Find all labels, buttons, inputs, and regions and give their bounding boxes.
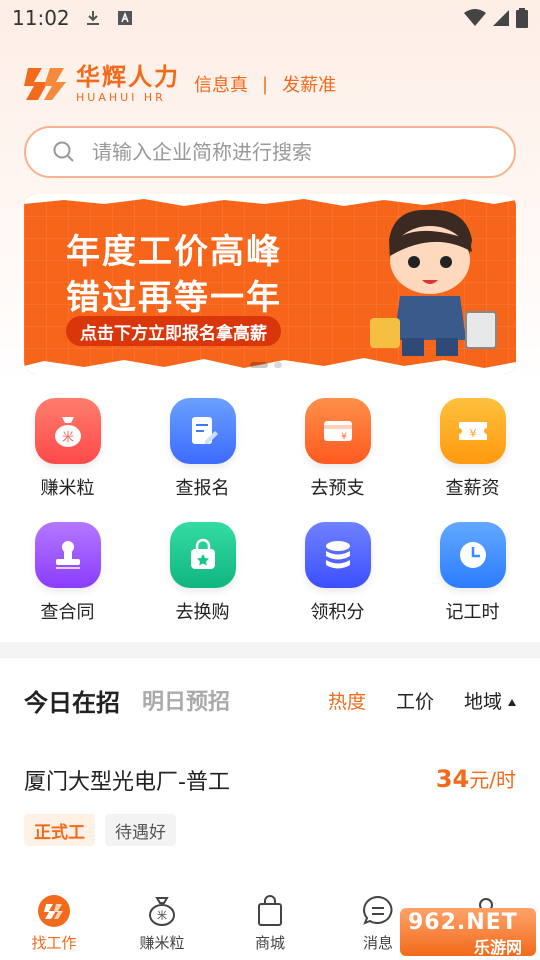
rice-bag-icon: 米: [145, 894, 179, 928]
banner-headline-2: 错过再等一年: [66, 278, 282, 318]
svg-text:米: 米: [157, 909, 167, 922]
nav-label: 商城: [254, 934, 285, 952]
font-a-icon: [117, 11, 132, 25]
search-bar[interactable]: [24, 126, 516, 178]
huahui-logo-icon: [24, 68, 66, 100]
signal-icon: [493, 10, 509, 26]
note-edit-icon: [169, 398, 236, 464]
menu-item-points[interactable]: 领积分: [270, 522, 405, 624]
menu-label: 记工时: [445, 602, 500, 623]
menu-label: 查合同: [40, 602, 95, 623]
menu-item-advance-pay[interactable]: ¥ 去预支: [270, 398, 405, 500]
worker-mascot-icon: [370, 209, 497, 356]
nav-label: 赚米粒: [139, 934, 185, 952]
svg-text:米: 米: [61, 430, 73, 444]
tab-tomorrow-hiring[interactable]: 明日预招: [142, 684, 230, 716]
search-input[interactable]: [92, 140, 472, 164]
banner-cta: 点击下方立即报名拿高薪: [66, 316, 281, 346]
slogan-right: 发薪准: [282, 75, 337, 96]
slogan-left: 信息真: [194, 75, 248, 96]
job-tag: 待遇好: [105, 814, 176, 846]
menu-label: 查薪资: [445, 478, 500, 499]
brand-name-en: HUAHUI HR: [76, 91, 166, 104]
job-tag: 正式工: [24, 814, 95, 846]
nav-mall[interactable]: 商城: [216, 884, 324, 960]
coin-stack-icon: [304, 522, 371, 588]
menu-item-earn-rice[interactable]: 米 赚米粒: [0, 398, 135, 500]
chat-icon: [361, 894, 395, 928]
job-wage: 34元/时: [436, 764, 516, 793]
wifi-icon: [464, 9, 486, 26]
job-title: 厦门大型光电厂-普工: [24, 770, 230, 795]
find-job-icon: [37, 894, 71, 928]
menu-label: 去预支: [310, 478, 365, 499]
menu-item-check-contract[interactable]: 查合同: [0, 522, 135, 624]
promo-banner[interactable]: 年度工价高峰 错过再等一年 点击下方立即报名拿高薪: [24, 194, 516, 374]
yuan-card-icon: ¥: [304, 398, 371, 464]
slogan-separator: |: [262, 73, 269, 95]
brand-name-cn: 华辉人力: [76, 63, 180, 91]
job-card[interactable]: 厦门大型光电厂-普工 34元/时 正式工 待遇好: [24, 760, 516, 860]
battery-icon: [516, 8, 528, 28]
clock-icon: [439, 522, 506, 588]
sort-options: 热度 工价 地域: [328, 687, 516, 714]
nav-find-job[interactable]: 找工作: [0, 884, 108, 960]
menu-label: 查报名: [175, 478, 230, 499]
menu-label: 领积分: [310, 602, 365, 623]
menu-item-redeem[interactable]: 去换购: [135, 522, 270, 624]
status-bar: 11:02: [0, 0, 540, 36]
nav-label: 找工作: [31, 934, 77, 952]
watermark-domain: 962.NET: [408, 910, 518, 935]
menu-label: 去换购: [175, 602, 230, 623]
sort-by-wage[interactable]: 工价: [396, 687, 434, 714]
menu-item-check-signup[interactable]: 查报名: [135, 398, 270, 500]
banner-pagination: [250, 362, 282, 368]
pagination-dot[interactable]: [274, 362, 282, 368]
menu-item-log-hours[interactable]: 记工时: [405, 522, 540, 624]
pagination-dot[interactable]: [250, 362, 268, 368]
caret-up-icon: [508, 698, 516, 706]
search-icon: [53, 141, 74, 162]
rice-bag-icon: 米: [34, 398, 101, 464]
banner-headline-1: 年度工价高峰: [66, 232, 282, 272]
job-tabs: 今日在招 明日预招 热度 工价 地域: [24, 680, 516, 720]
app-header: 华辉人力 HUAHUI HR 信息真 | 发薪准: [24, 62, 336, 106]
brand-wordmark: 华辉人力 HUAHUI HR: [76, 65, 180, 103]
status-time: 11:02: [12, 6, 70, 30]
watermark-site-name: 乐游网: [474, 938, 523, 957]
nav-label: 消息: [362, 934, 393, 952]
svg-text:¥: ¥: [341, 432, 347, 442]
quick-menu: 米 赚米粒 查报名 ¥ 去预支 ¥ 查薪资 查合同 去换购 领积分 记工时: [0, 398, 540, 624]
shopping-bag-icon: [253, 894, 287, 928]
nav-earn-rice[interactable]: 米 赚米粒: [108, 884, 216, 960]
sort-region-label: 地域: [463, 690, 502, 713]
brand-slogan: 信息真 | 发薪准: [194, 71, 336, 97]
shopping-bag-icon: [169, 522, 236, 588]
sort-by-region[interactable]: 地域: [464, 687, 516, 714]
menu-label: 赚米粒: [40, 478, 95, 499]
svg-text:¥: ¥: [469, 427, 476, 440]
tab-today-hiring[interactable]: 今日在招: [24, 683, 120, 718]
site-watermark: 962.NET 乐游网: [400, 908, 536, 957]
sort-by-popularity[interactable]: 热度: [328, 687, 366, 714]
menu-item-check-salary[interactable]: ¥ 查薪资: [405, 398, 540, 500]
download-icon: [86, 11, 99, 25]
section-divider: [0, 642, 540, 658]
yuan-ticket-icon: ¥: [439, 398, 506, 464]
job-wage-value: 34: [435, 765, 470, 793]
job-wage-unit: 元/时: [469, 768, 516, 792]
stamp-icon: [34, 522, 101, 588]
job-tags: 正式工 待遇好: [24, 814, 176, 846]
